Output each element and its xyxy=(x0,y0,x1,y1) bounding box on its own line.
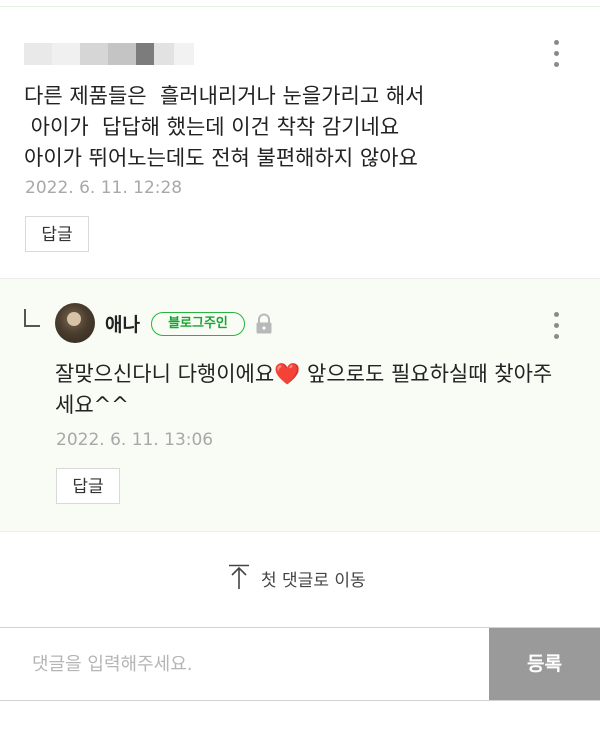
reply-item: 애나 블로그주인 잘맞으신다니 다행이에요❤️ 앞으로도 필요하실때 찾아주 세… xyxy=(0,279,600,532)
reply-author-name[interactable]: 애나 xyxy=(105,310,140,337)
blurred-author-name xyxy=(24,37,194,71)
blog-owner-badge: 블로그주인 xyxy=(151,312,245,336)
goto-first-comment-link[interactable]: 첫 댓글로 이동 xyxy=(261,566,366,591)
comment-text-line: 아이가 뛰어노는데도 전혀 불편해하지 않아요 xyxy=(24,146,418,170)
lock-icon xyxy=(256,313,272,334)
reply-date: 2022. 6. 11. 13:06 xyxy=(56,430,214,450)
reply-text-line: 세요^^ xyxy=(55,393,129,417)
comment-input-bar: 등록 xyxy=(0,627,600,701)
submit-button[interactable]: 등록 xyxy=(489,628,600,700)
reply-button[interactable]: 답글 xyxy=(25,216,89,252)
more-vertical-icon[interactable] xyxy=(546,309,566,343)
more-vertical-icon[interactable] xyxy=(546,37,566,71)
avatar[interactable] xyxy=(55,303,95,343)
top-divider xyxy=(0,0,600,7)
reply-text-line: 잘맞으신다니 다행이에요❤️ 앞으로도 필요하실때 찾아주 xyxy=(55,362,553,386)
comment-date: 2022. 6. 11. 12:28 xyxy=(25,178,183,198)
comment-text-line: 다른 제품들은 흘러내리거나 눈을가리고 해서 xyxy=(24,84,425,108)
comment-item: 다른 제품들은 흘러내리거나 눈을가리고 해서 아이가 답답해 했는데 이건 착… xyxy=(0,7,600,279)
comment-input[interactable] xyxy=(0,628,489,700)
comment-text-line: 아이가 답답해 했는데 이건 착착 감기네요 xyxy=(24,115,400,139)
reply-arrow-icon xyxy=(24,309,40,327)
reply-button[interactable]: 답글 xyxy=(56,468,120,504)
up-arrow-icon[interactable] xyxy=(228,564,250,590)
